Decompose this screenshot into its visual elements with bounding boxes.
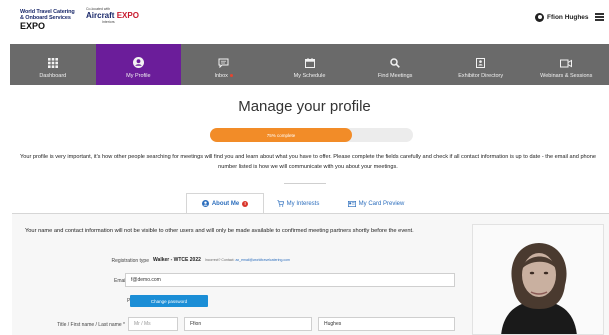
user-menu[interactable]: Ffion Hughes: [535, 13, 589, 22]
main-nav: Dashboard My Profile Inbox My Schedule F…: [10, 44, 609, 85]
aircraft-text: Aircraft: [86, 11, 117, 20]
grid-icon: [47, 58, 58, 68]
change-password-button[interactable]: Change password: [130, 295, 208, 307]
first-name-field[interactable]: Ffion: [184, 317, 312, 331]
nav-label-my-profile: My Profile: [126, 73, 151, 79]
profile-photo-image: [473, 225, 603, 334]
registration-type-label: Registration type: [111, 258, 149, 264]
registration-type-row: Walker - WTCE 2022 Incorrect? Contact: a…: [153, 257, 290, 263]
tab-label-my-interests: My Interests: [286, 200, 320, 207]
card-icon: [347, 200, 356, 207]
tab-label-my-card-preview: My Card Preview: [358, 200, 405, 207]
tab-about-me[interactable]: About Me !: [186, 193, 264, 213]
user-name: Ffion Hughes: [547, 14, 589, 21]
inbox-notification-dot: [229, 73, 234, 78]
name-label: Title / First name / Last name *: [57, 322, 125, 328]
last-name-field[interactable]: Hughes: [318, 317, 455, 331]
intro-text: Your profile is very important, it's how…: [20, 154, 596, 170]
nav-label-webinars-sessions: Webinars & Sessions: [540, 73, 593, 79]
tab-my-card-preview[interactable]: My Card Preview: [332, 193, 420, 213]
aircraft-interiors-logo[interactable]: Co-located with Aircraft EXPO Interiors: [86, 7, 146, 24]
user-circle-icon: [132, 57, 144, 68]
hamburger-icon[interactable]: [595, 13, 604, 21]
warning-badge: !: [242, 200, 249, 207]
title-field[interactable]: Mr / Ms: [128, 317, 178, 331]
nav-item-dashboard[interactable]: Dashboard: [10, 44, 96, 85]
registration-type-value: Walker - WTCE 2022: [153, 257, 201, 263]
top-bar: World Travel Catering & Onboard Services…: [0, 0, 609, 44]
video-icon: [560, 59, 573, 68]
page-title: Manage your profile: [238, 98, 371, 115]
calendar-icon: [304, 58, 315, 68]
divider: [284, 183, 326, 184]
nav-label-my-schedule: My Schedule: [293, 73, 326, 79]
profile-progress-bar: 75% complete: [210, 128, 413, 142]
cart-icon: [277, 200, 284, 207]
registration-contact: Incorrect? Contact: ax_email@worldtravel…: [205, 258, 290, 262]
chat-icon: [218, 58, 229, 68]
nav-label-find-meetings: Find Meetings: [377, 73, 413, 79]
nav-item-my-schedule[interactable]: My Schedule: [267, 44, 353, 85]
expo-text: EXPO: [116, 11, 139, 20]
nav-label-dashboard: Dashboard: [39, 73, 67, 79]
profile-tabs: About Me ! My Interests My Card Preview: [186, 193, 420, 213]
tab-label-about-me: About Me: [211, 200, 240, 207]
directory-icon: [476, 58, 486, 68]
registration-contact-label: Incorrect? Contact:: [204, 258, 235, 262]
interiors-text: Interiors: [102, 20, 115, 24]
privacy-note: Your name and contact information will n…: [25, 228, 414, 234]
user-avatar-icon: [535, 13, 544, 22]
user-circle-icon: [201, 200, 209, 207]
registration-contact-email[interactable]: ax_email@worldtravelcatering.com: [235, 258, 290, 262]
nav-item-find-meetings[interactable]: Find Meetings: [352, 44, 438, 85]
nav-item-inbox[interactable]: Inbox: [181, 44, 267, 85]
nav-item-exhibitor-directory[interactable]: Exhibitor Directory: [438, 44, 524, 85]
nav-label-inbox: Inbox: [214, 73, 228, 79]
progress-label: 75% complete: [266, 132, 296, 138]
tab-my-interests[interactable]: My Interests: [264, 193, 332, 213]
nav-item-my-profile[interactable]: My Profile: [95, 44, 182, 85]
logo-expo: EXPO: [20, 21, 46, 31]
progress-fill: 75% complete: [210, 128, 353, 142]
profile-photo[interactable]: [472, 224, 604, 335]
search-icon: [390, 58, 400, 68]
nav-label-exhibitor-directory: Exhibitor Directory: [458, 73, 504, 79]
email-field[interactable]: f@demo.com: [125, 273, 455, 287]
wtce-logo[interactable]: World Travel Catering & Onboard Services…: [20, 9, 82, 31]
nav-item-webinars-sessions[interactable]: Webinars & Sessions: [523, 44, 609, 85]
